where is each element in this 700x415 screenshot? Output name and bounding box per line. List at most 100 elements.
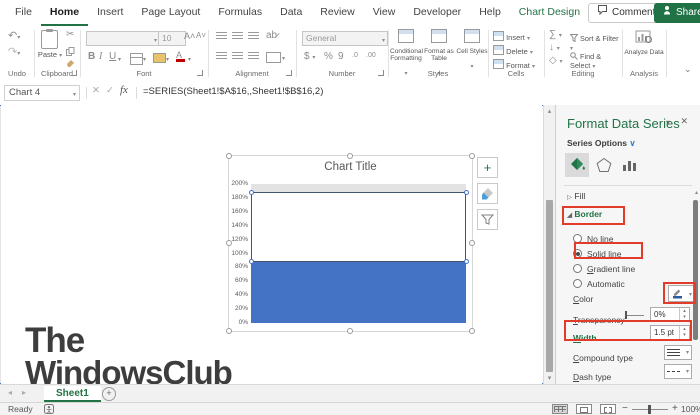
comma-style-icon[interactable]: 9 <box>338 51 344 62</box>
font-name-input[interactable]: ▾ <box>86 31 160 46</box>
orientation-icon[interactable]: ab̷ <box>266 30 277 41</box>
chart[interactable]: Chart Title 200% 180% 160% 140% 120% 100% 80% 6… <box>226 153 475 334</box>
undo-button[interactable]: ↶▾ <box>8 29 20 42</box>
merge-center-icon[interactable] <box>266 52 281 63</box>
chart-resize-handle[interactable] <box>226 153 232 159</box>
tab-formulas[interactable]: Formulas <box>209 0 271 26</box>
dash-type-dropdown[interactable]: ▾ <box>664 364 692 379</box>
fill-color-dropdown-icon[interactable]: ▾ <box>166 56 169 63</box>
chart-resize-handle[interactable] <box>469 328 475 334</box>
formula-input[interactable]: =SERIES(Sheet1!$A$16,,Sheet1!$B$16,2) <box>143 86 323 97</box>
border-option-no-line[interactable]: No line <box>573 229 635 244</box>
scroll-up-icon[interactable]: ▴ <box>544 107 555 115</box>
chart-elements-button[interactable]: + <box>477 157 498 178</box>
radio-automatic[interactable] <box>573 279 582 288</box>
align-middle-icon[interactable] <box>232 32 243 40</box>
insert-cells-button[interactable]: Insert ▾ <box>493 31 530 42</box>
effects-tab[interactable] <box>596 157 612 178</box>
fill-button[interactable]: ↓ ▾ <box>549 42 560 53</box>
tab-view[interactable]: View <box>364 0 405 26</box>
name-box[interactable]: Chart 4 ▾ <box>4 85 80 101</box>
pane-options-dropdown-icon[interactable]: ▾ <box>666 118 670 127</box>
tab-review[interactable]: Review <box>311 0 363 26</box>
fill-color-icon[interactable] <box>153 53 166 63</box>
tab-developer[interactable]: Developer <box>404 0 470 26</box>
pane-scrollbar-thumb[interactable] <box>693 200 698 340</box>
zoom-out-button[interactable]: − <box>622 403 628 414</box>
transparency-slider-track[interactable] <box>626 315 644 316</box>
radio-no-line[interactable] <box>573 234 582 243</box>
zoom-slider-thumb[interactable] <box>648 405 651 414</box>
clipboard-dialog-launcher[interactable] <box>71 70 77 76</box>
border-section-header[interactable]: ◢ Border <box>567 209 602 219</box>
increase-decimal-icon[interactable]: .0 <box>352 52 358 59</box>
sheet-next-icon[interactable]: ▸ <box>22 388 26 397</box>
chart-styles-button[interactable] <box>477 183 498 204</box>
font-size-input[interactable]: 10 <box>158 31 186 46</box>
tab-page-layout[interactable]: Page Layout <box>132 0 209 26</box>
zoom-level[interactable]: 100% <box>681 404 700 414</box>
delete-cells-button[interactable]: Delete ▾ <box>493 45 533 56</box>
tab-chart-design[interactable]: Chart Design <box>510 0 589 26</box>
width-input[interactable]: 1.5 pt ▴ ▾ <box>650 325 690 340</box>
decrease-decimal-icon[interactable]: .00 <box>366 52 376 59</box>
chart-resize-handle[interactable] <box>469 240 475 246</box>
zoom-in-button[interactable]: + <box>672 403 678 414</box>
tab-help[interactable]: Help <box>470 0 510 26</box>
accessibility-icon[interactable] <box>44 404 54 415</box>
cancel-icon[interactable]: ✕ <box>92 85 100 96</box>
radio-solid-line[interactable] <box>573 249 582 258</box>
tab-file[interactable]: File <box>6 0 41 26</box>
merge-dropdown-icon[interactable]: ▾ <box>282 55 285 62</box>
chart-plot-area[interactable]: 200% 180% 160% 140% 120% 100% 80% 60% 40% 20% 0% <box>231 180 469 326</box>
grid-vertical-scrollbar[interactable]: ▴ ▾ <box>543 105 555 384</box>
font-color-dropdown-icon[interactable]: ▾ <box>188 56 191 63</box>
align-top-icon[interactable] <box>216 32 227 40</box>
page-layout-view-button[interactable] <box>576 404 592 414</box>
fill-line-tab[interactable] <box>568 156 586 179</box>
radio-gradient-line[interactable] <box>573 264 582 273</box>
pane-close-icon[interactable]: ✕ <box>680 116 688 127</box>
sheet-prev-icon[interactable]: ◂ <box>8 388 12 397</box>
chart-filters-button[interactable] <box>477 209 498 230</box>
tab-insert[interactable]: Insert <box>88 0 132 26</box>
series-selection-handle[interactable] <box>463 259 469 265</box>
cut-button[interactable]: ✂ <box>66 29 74 40</box>
tab-home[interactable]: Home <box>40 0 89 26</box>
chart-title[interactable]: Chart Title <box>229 161 472 173</box>
accounting-format-icon[interactable]: $ ▾ <box>304 51 315 62</box>
font-color-icon[interactable]: A <box>176 50 185 62</box>
series-options-tab[interactable] <box>622 158 637 177</box>
decrease-font-icon[interactable]: A˅ <box>196 31 206 40</box>
sheet-tab-sheet1[interactable]: Sheet1 <box>44 386 101 402</box>
range-handle[interactable] <box>0 105 1 106</box>
cell-styles-button[interactable]: Cell Styles ▾ <box>456 29 488 73</box>
share-button[interactable]: Share <box>654 3 700 23</box>
chart-resize-handle[interactable] <box>347 328 353 334</box>
clear-button[interactable]: ◇ ▾ <box>549 55 563 66</box>
series-achieved-bar[interactable] <box>251 261 466 323</box>
borders-dropdown-icon[interactable]: ▾ <box>143 56 146 63</box>
series-target-bar-selected[interactable] <box>251 192 466 262</box>
italic-button[interactable]: I <box>99 51 102 62</box>
transparency-slider-thumb[interactable] <box>625 311 627 319</box>
align-left-icon[interactable] <box>216 52 227 60</box>
align-right-icon[interactable] <box>248 52 259 60</box>
font-dialog-launcher[interactable] <box>197 70 203 76</box>
analyze-data-button[interactable]: Analyze Data <box>622 30 666 56</box>
collapse-ribbon-button[interactable]: ⌄ <box>684 64 692 75</box>
new-sheet-button[interactable]: + <box>102 387 116 401</box>
number-dialog-launcher[interactable] <box>378 70 384 76</box>
underline-dropdown-icon[interactable]: ▾ <box>118 56 121 63</box>
bold-button[interactable]: B <box>88 51 95 62</box>
pane-scroll-up-icon[interactable]: ▴ <box>695 189 698 196</box>
redo-button[interactable]: ↷▾ <box>8 45 20 58</box>
normal-view-button[interactable] <box>552 404 568 414</box>
chart-resize-handle[interactable] <box>469 153 475 159</box>
series-options-header[interactable]: Series Options ∨ <box>567 138 636 149</box>
transparency-input[interactable]: 0% ▴ ▾ <box>650 307 690 322</box>
alignment-dialog-launcher[interactable] <box>286 70 292 76</box>
series-selection-handle[interactable] <box>463 189 469 195</box>
align-bottom-icon[interactable] <box>248 32 259 40</box>
chart-resize-handle[interactable] <box>226 328 232 334</box>
